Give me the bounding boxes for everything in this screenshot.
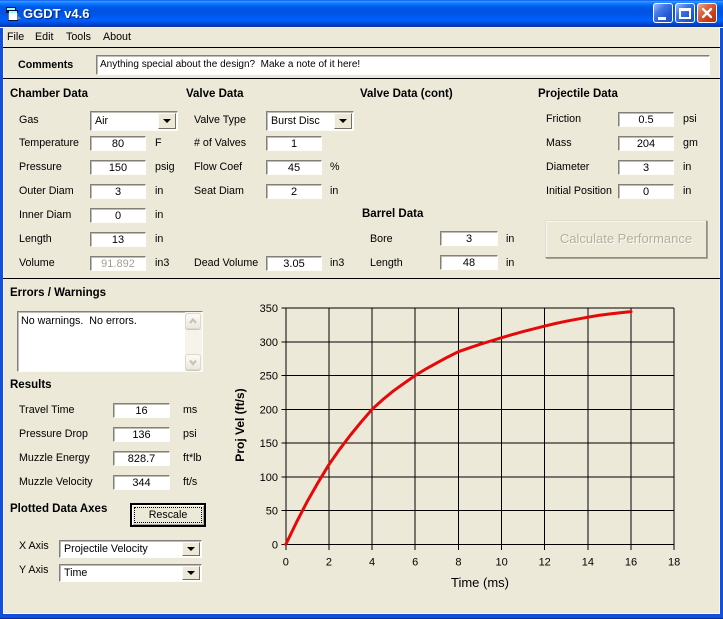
svg-text:14: 14 [582,557,594,569]
svg-text:8: 8 [455,557,461,569]
svg-text:10: 10 [495,557,507,569]
svg-text:0: 0 [272,539,278,551]
svg-text:6: 6 [412,557,418,569]
svg-text:Time (ms): Time (ms) [451,575,509,590]
svg-text:300: 300 [260,337,278,349]
svg-text:16: 16 [625,557,637,569]
svg-text:18: 18 [668,557,680,569]
svg-text:Proj Vel (ft/s): Proj Vel (ft/s) [233,388,247,461]
svg-text:100: 100 [260,472,278,484]
svg-text:0: 0 [283,557,289,569]
svg-text:350: 350 [260,303,278,315]
svg-text:50: 50 [266,506,278,518]
svg-text:4: 4 [369,557,375,569]
svg-text:200: 200 [260,404,278,416]
svg-text:2: 2 [326,557,332,569]
svg-text:250: 250 [260,371,278,383]
svg-text:12: 12 [539,557,551,569]
svg-text:150: 150 [260,438,278,450]
